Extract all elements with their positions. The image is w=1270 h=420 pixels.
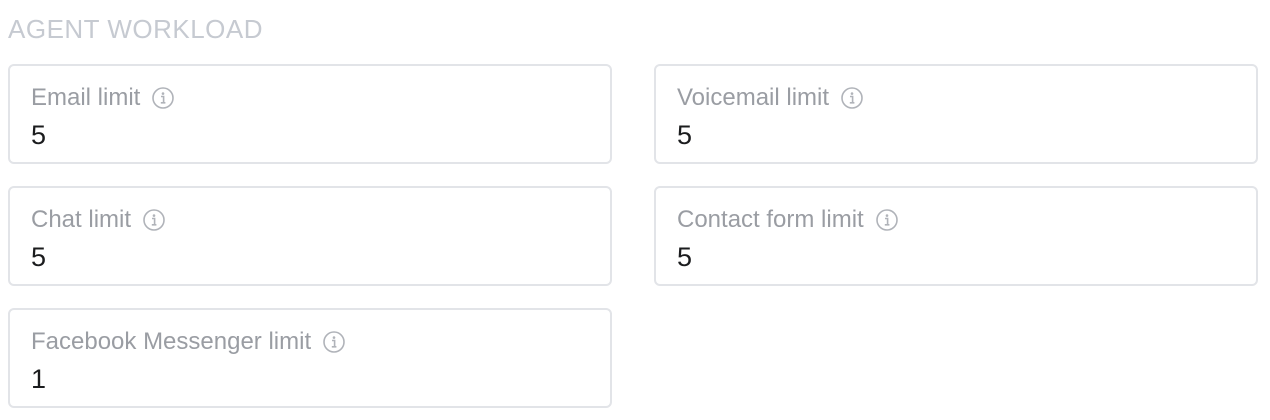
email-limit-field[interactable]: Email limit xyxy=(8,64,612,164)
voicemail-limit-label-row: Voicemail limit xyxy=(677,83,863,113)
info-icon[interactable] xyxy=(841,87,863,109)
info-icon[interactable] xyxy=(323,331,345,353)
facebook-messenger-limit-field[interactable]: Facebook Messenger limit xyxy=(8,308,612,408)
contact-form-limit-field[interactable]: Contact form limit xyxy=(654,186,1258,286)
contact-form-limit-input[interactable] xyxy=(677,241,1217,273)
section-title: AGENT WORKLOAD xyxy=(8,14,264,44)
email-limit-label: Email limit xyxy=(31,84,141,111)
voicemail-limit-input[interactable] xyxy=(677,119,1217,151)
chat-limit-input[interactable] xyxy=(31,241,571,273)
facebook-messenger-limit-label-row: Facebook Messenger limit xyxy=(31,327,345,357)
info-icon[interactable] xyxy=(875,209,898,231)
facebook-messenger-limit-input[interactable] xyxy=(31,363,571,395)
email-limit-label-row: Email limit xyxy=(31,83,175,113)
info-icon[interactable] xyxy=(143,209,165,231)
chat-limit-field[interactable]: Chat limit xyxy=(8,186,612,286)
chat-limit-label: Chat limit xyxy=(31,206,132,233)
voicemail-limit-label: Voicemail limit xyxy=(677,84,830,111)
chat-limit-label-row: Chat limit xyxy=(31,205,165,235)
voicemail-limit-field[interactable]: Voicemail limit xyxy=(654,64,1258,164)
contact-form-limit-label: Contact form limit xyxy=(677,206,864,233)
contact-form-limit-label-row: Contact form limit xyxy=(677,205,898,235)
info-icon[interactable] xyxy=(152,87,175,109)
email-limit-input[interactable] xyxy=(31,119,571,151)
facebook-messenger-limit-label: Facebook Messenger limit xyxy=(31,328,312,355)
